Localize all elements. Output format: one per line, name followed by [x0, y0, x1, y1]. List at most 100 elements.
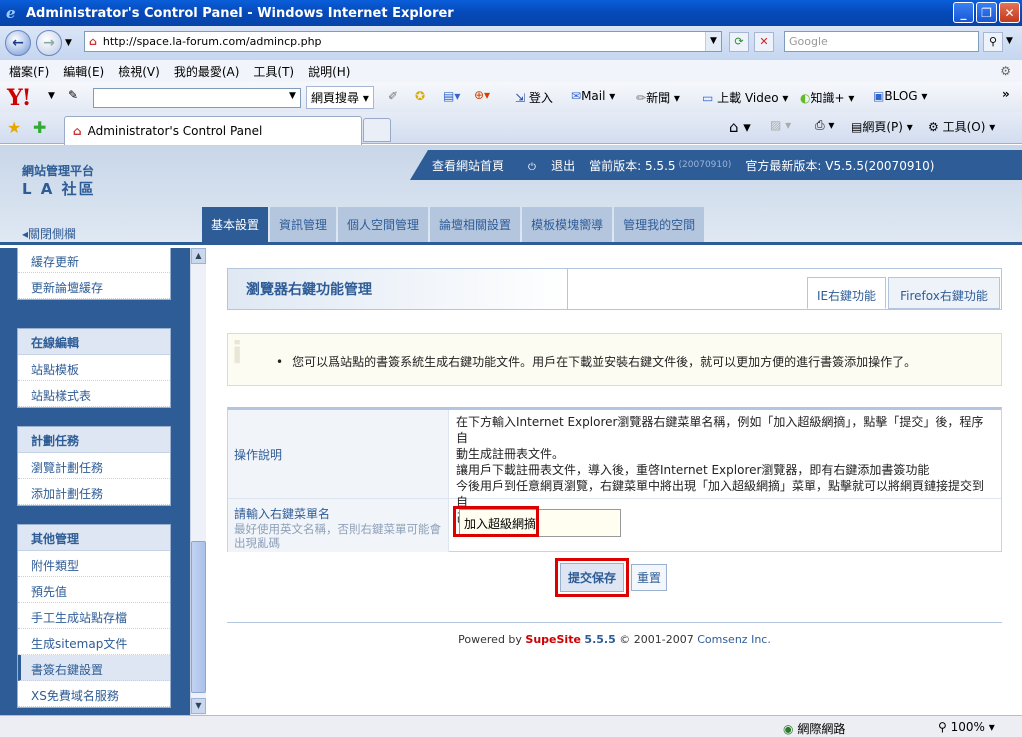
address-text: http://space.la-forum.com/admincp.php [102, 35, 322, 48]
yahoo-logo-icon[interactable]: Y! [7, 85, 31, 111]
toolbar-overflow-icon[interactable]: » [1002, 87, 1010, 101]
menu-name-hint: 最好使用英文名稱，否則右鍵菜單可能會出現亂碼 [234, 522, 441, 550]
mail-icon: ✉ [571, 89, 582, 103]
tab-template-wizard[interactable]: 模板模塊嚮導 [522, 207, 613, 242]
stop-icon[interactable]: ✕ [754, 32, 774, 52]
menu-file[interactable]: 檔案(F) [9, 63, 49, 80]
tab-firefox-rightclick[interactable]: Firefox右鍵功能 [888, 277, 1000, 309]
gear-icon: ⚙ [928, 120, 939, 134]
tab-forum-settings[interactable]: 論壇相關設置 [430, 207, 521, 242]
menu-tools[interactable]: 工具(T) [253, 63, 294, 80]
yahoo-mail-button[interactable]: ✉Mail ▾ [571, 89, 615, 103]
reset-button[interactable]: 重置 [631, 564, 667, 591]
supesite-link[interactable]: SupeSite [525, 633, 581, 646]
menu-help[interactable]: 說明(H) [308, 63, 350, 80]
back-button[interactable]: ← [5, 30, 31, 56]
print-icon[interactable]: ⎙ ▾ [815, 118, 834, 133]
sidebar-item-free-domain[interactable]: XS免費域名服務 [18, 681, 170, 707]
sidebar-item-preset-values[interactable]: 預先值 [18, 577, 170, 603]
sidebar-item-update-forum-cache[interactable]: 更新論壇緩存 [18, 273, 170, 299]
tab-basic-settings[interactable]: 基本設置 [202, 207, 269, 242]
home-icon[interactable]: ⌂ ▾ [729, 118, 751, 136]
status-bar: ◉ 網際網路 ⚲ 100% ▾ [0, 715, 1022, 737]
yahoo-blog-button[interactable]: ▣BLOG ▾ [873, 89, 927, 103]
close-button[interactable]: ✕ [999, 2, 1020, 23]
instructions-label: 操作說明 [228, 410, 449, 498]
layout-icon[interactable]: ▤▾ [443, 89, 460, 103]
favorites-star-icon[interactable]: ★ [7, 118, 21, 137]
crosshair-icon[interactable]: ⊕▾ [474, 88, 490, 102]
yahoo-search-dropdown-icon[interactable]: ▼ [289, 91, 296, 101]
search-input[interactable]: Google [784, 31, 979, 52]
sidebar-group-title: 計劃任務 [18, 427, 170, 453]
yahoo-login-button[interactable]: ⇲ 登入 [515, 89, 553, 106]
toolbar-settings-icon[interactable]: ⚙ [1000, 64, 1011, 78]
page-title-bar: 瀏覽器右鍵功能管理 IE右鍵功能 Firefox右鍵功能 [227, 268, 1002, 310]
search-icon[interactable]: ⚲ [983, 32, 1003, 52]
login-icon: ⇲ [515, 91, 526, 105]
comsenz-link[interactable]: Comsenz Inc. [697, 633, 771, 646]
feeds-icon[interactable]: ▨ ▾ [770, 118, 791, 132]
history-dropdown-icon[interactable]: ▼ [65, 38, 72, 48]
view-home-link[interactable]: 查看網站首頁 [432, 157, 504, 174]
yahoo-news-button[interactable]: ✏新聞 ▾ [636, 89, 680, 106]
yahoo-search-input[interactable] [93, 88, 301, 108]
menu-favorites[interactable]: 我的最愛(A) [174, 63, 240, 80]
header-infobar: 查看網站首頁 ⏻ 退出 當前版本: 5.5.5 (20070910) 官方最新版… [410, 150, 1022, 180]
address-dropdown-icon[interactable]: ▼ [705, 32, 721, 51]
tab-info-management[interactable]: 資訊管理 [270, 207, 337, 242]
sidebar-item-attachment-types[interactable]: 附件類型 [18, 551, 170, 577]
brand-title: L A 社區 [22, 180, 96, 198]
yahoo-video-button[interactable]: ▭ 上載 Video ▾ [702, 89, 788, 106]
yahoo-menu-icon[interactable]: ▼ [48, 91, 55, 101]
tab-my-space[interactable]: 管理我的空間 [614, 207, 705, 242]
sidebar-item-add-task[interactable]: 添加計劃任務 [18, 479, 170, 505]
forward-button[interactable]: → [36, 30, 62, 56]
bookmark-icon[interactable]: ✪ [415, 89, 425, 103]
address-field[interactable]: ⌂ http://space.la-forum.com/admincp.php … [84, 31, 722, 52]
scroll-up-icon[interactable]: ▲ [191, 248, 206, 264]
sidebar-item-site-template[interactable]: 站點模板 [18, 355, 170, 381]
video-icon: ▭ [702, 91, 714, 105]
sidebar-item-sitemap[interactable]: 生成sitemap文件 [18, 629, 170, 655]
minimize-button[interactable]: _ [953, 2, 974, 23]
window-title: Administrator's Control Panel - Windows … [26, 5, 454, 21]
add-favorite-icon[interactable]: ✚ [33, 118, 46, 137]
yahoo-search-button[interactable]: 網頁搜尋 ▾ [306, 86, 374, 109]
new-tab-button[interactable] [363, 118, 391, 142]
menu-view[interactable]: 檢視(V) [118, 63, 160, 80]
sidebar-item-manual-archive[interactable]: 手工生成站點存檔 [18, 603, 170, 629]
page-menu[interactable]: ▤網頁(P) ▾ [851, 118, 913, 135]
scroll-down-icon[interactable]: ▼ [191, 698, 206, 714]
sidebar-scrollbar[interactable]: ▲ ▼ [190, 248, 206, 715]
current-version: 當前版本: 5.5.5 [589, 158, 676, 173]
search-options-icon[interactable]: ▼ [1006, 36, 1013, 46]
collapse-sidebar-link[interactable]: ◂關閉側欄 [22, 225, 76, 242]
submit-button[interactable]: 提交保存 [560, 563, 624, 592]
sidebar-item-site-stylesheet[interactable]: 站點樣式表 [18, 381, 170, 407]
logout-link[interactable]: ⏻ 退出 [516, 157, 575, 174]
site-favicon-icon: ⌂ [89, 35, 97, 48]
menu-bar: 檔案(F) 編輯(E) 檢視(V) 我的最愛(A) 工具(T) 說明(H) ⚙ [0, 60, 1022, 82]
sidebar-item-bookmark-rightclick[interactable]: 書簽右鍵設置 [18, 655, 170, 681]
tab-ie-rightclick[interactable]: IE右鍵功能 [807, 277, 886, 309]
sidebar-item-browse-tasks[interactable]: 瀏覽計劃任務 [18, 453, 170, 479]
browser-tab-active[interactable]: ⌂ Administrator's Control Panel [64, 116, 362, 145]
zoom-control[interactable]: ⚲ 100% ▾ [938, 720, 995, 734]
refresh-icon[interactable]: ⟳ [729, 32, 749, 52]
yahoo-knowledge-button[interactable]: ◐知識+ ▾ [800, 89, 854, 106]
page-footer: Powered by SupeSite 5.5.5 © 2001-2007 Co… [227, 622, 1002, 646]
tab-personal-space[interactable]: 個人空間管理 [338, 207, 429, 242]
scroll-thumb[interactable] [191, 541, 206, 693]
pencil-icon[interactable]: ✎ [68, 88, 78, 102]
tools-menu[interactable]: ⚙ 工具(O) ▾ [928, 118, 995, 135]
instructions-text: 在下方輸入Internet Explorer瀏覽器右鍵菜單名稱，例如「加入超級網… [456, 415, 985, 525]
ie-logo-icon: e [6, 4, 16, 22]
restore-button[interactable]: ❐ [976, 2, 997, 23]
info-icon: i [232, 336, 243, 371]
tab-title: Administrator's Control Panel [87, 124, 263, 138]
form-row-menu-name: 請輸入右鍵菜單名 最好使用英文名稱，否則右鍵菜單可能會出現亂碼 [228, 499, 1001, 552]
sidebar-item-cache-update[interactable]: 緩存更新 [18, 248, 170, 273]
menu-edit[interactable]: 編輯(E) [63, 63, 104, 80]
highlight-icon[interactable]: ✐ [388, 89, 398, 103]
